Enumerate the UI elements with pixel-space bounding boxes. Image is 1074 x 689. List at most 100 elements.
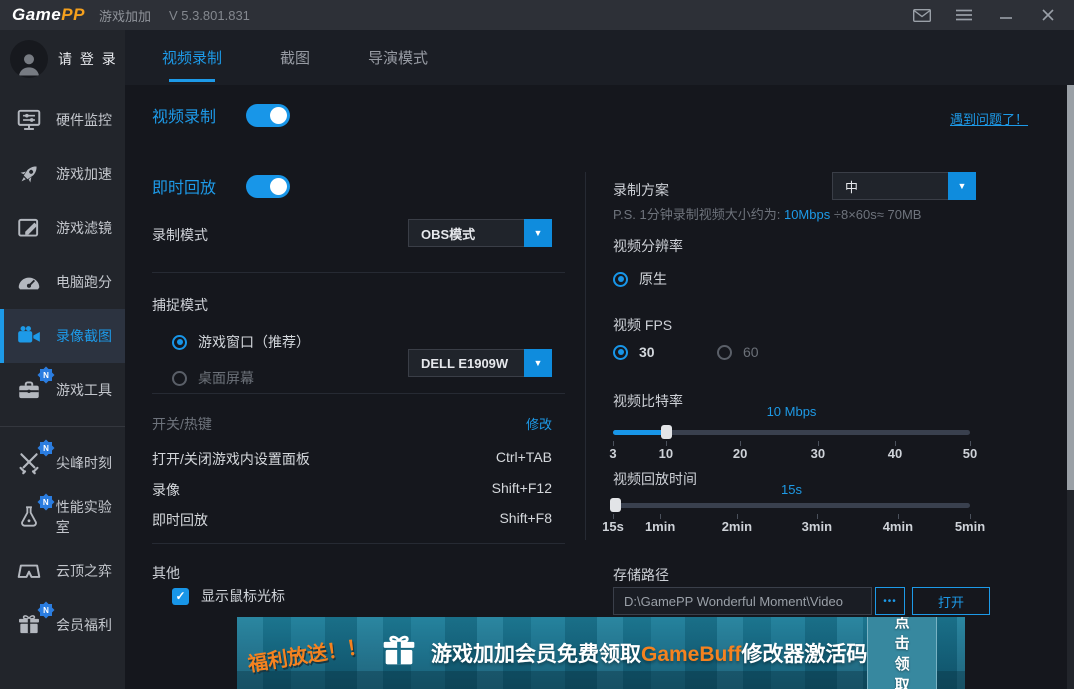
video-record-row: 视频录制 (152, 103, 290, 127)
hotkey-value: Shift+F8 (499, 510, 552, 530)
tab-screenshot[interactable]: 截图 (270, 30, 320, 85)
sidebar-item-label: 游戏工具 (56, 380, 112, 400)
storage-path-label: 存储路径 (613, 565, 669, 585)
chevron-down-icon[interactable]: ▼ (524, 219, 552, 247)
app-name: 游戏加加 (99, 6, 151, 25)
banner-text: 游戏加加会员免费领取GameBuff修改器激活码 (431, 638, 867, 668)
radio-icon[interactable] (717, 345, 732, 360)
instant-replay-row: 即时回放 (152, 174, 290, 198)
hotkey-row: 录像 Shift+F12 (152, 480, 552, 500)
mouse-cursor-row: ✓ 显示鼠标光标 (172, 586, 285, 606)
plan-note: P.S. 1分钟录制视频大小约为: 10Mbps ÷8×60s≈ 70MB (613, 204, 921, 223)
app-version: V 5.3.801.831 (169, 8, 250, 23)
mail-icon[interactable] (912, 5, 932, 25)
menu-icon[interactable] (954, 5, 974, 25)
app-logo: GamePP (12, 5, 85, 25)
chevron-down-icon[interactable]: ▼ (524, 349, 552, 377)
avatar (10, 40, 48, 78)
radio-icon[interactable] (613, 272, 628, 287)
gift-icon (379, 631, 419, 676)
record-plan-label: 录制方案 (613, 180, 669, 200)
titlebar: GamePP 游戏加加 V 5.3.801.831 (0, 0, 1074, 30)
sidebar-item-label: 云顶之弈 (56, 561, 112, 581)
sidebar: 请 登 录 硬件监控 游戏加速 游戏滤镜 (0, 30, 125, 689)
bitrate-slider[interactable]: 3 10 20 30 40 50 (613, 430, 970, 468)
fps-option-60[interactable]: 60 (717, 344, 759, 360)
help-link[interactable]: 遇到问题了！ (950, 109, 1028, 128)
tab-video-record[interactable]: 视频录制 (152, 30, 232, 85)
hotkey-value: Ctrl+TAB (496, 449, 552, 469)
sidebar-item-label: 录像截图 (56, 326, 112, 346)
sidebar-item-game-boost[interactable]: 游戏加速 (0, 147, 125, 201)
main-content: 视频录制 遇到问题了！ 即时回放 录制模式 OBS模式 ▼ 捕捉模式 游戏窗口（… (125, 85, 1074, 689)
peak-moment-icon: N (14, 448, 44, 478)
hotkey-value: Shift+F12 (492, 480, 552, 500)
monitor-dropdown[interactable]: DELL E1909W ▼ (408, 349, 552, 377)
video-record-toggle[interactable] (246, 104, 290, 127)
radio-icon[interactable] (613, 345, 628, 360)
performance-lab-icon: N (14, 502, 44, 532)
chevron-down-icon[interactable]: ▼ (948, 172, 976, 200)
sidebar-item-performance-lab[interactable]: N 性能实验室 (0, 490, 125, 544)
login-label: 请 登 录 (58, 49, 118, 69)
sidebar-divider (0, 426, 125, 427)
hotkey-row: 打开/关闭游戏内设置面板 Ctrl+TAB (152, 449, 552, 469)
radio-icon[interactable] (172, 371, 187, 386)
sidebar-item-game-tools[interactable]: N 游戏工具 (0, 363, 125, 417)
member-benefits-icon: N (14, 610, 44, 640)
resolution-option-native[interactable]: 原生 (613, 269, 667, 289)
sidebar-item-member-benefits[interactable]: N 会员福利 (0, 598, 125, 652)
radio-icon[interactable] (172, 335, 187, 350)
bitrate-note-value: 10Mbps (784, 207, 830, 222)
slider-handle[interactable] (661, 425, 672, 439)
promo-banner[interactable]: 福利放送！！ 游戏加加会员免费领取GameBuff修改器激活码 点击领取 (237, 617, 965, 689)
tab-director-mode[interactable]: 导演模式 (358, 30, 438, 85)
slider-track[interactable] (613, 430, 970, 435)
sidebar-item-game-filter[interactable]: 游戏滤镜 (0, 201, 125, 255)
game-tools-icon: N (14, 375, 44, 405)
claim-button[interactable]: 点击领取 (867, 617, 937, 689)
new-badge: N (40, 442, 52, 454)
replay-time-slider[interactable]: 15s 1min 2min 3min 4min 5min (613, 503, 970, 541)
record-mode-dropdown[interactable]: OBS模式 ▼ (408, 219, 552, 247)
hotkey-label: 开关/热键 (152, 414, 212, 434)
fps-option-30[interactable]: 30 (613, 344, 655, 360)
sidebar-item-label: 电脑跑分 (56, 272, 112, 292)
capture-option-game-window[interactable]: 游戏窗口（推荐） (172, 332, 310, 352)
slider-handle[interactable] (610, 498, 621, 512)
mouse-cursor-checkbox[interactable]: ✓ (172, 588, 189, 605)
resolution-label: 视频分辨率 (613, 236, 683, 256)
sidebar-item-label: 会员福利 (56, 615, 112, 635)
sidebar-item-label: 性能实验室 (56, 497, 125, 537)
scrollbar-thumb[interactable] (1067, 85, 1074, 490)
open-folder-button[interactable]: 打开 (912, 587, 990, 615)
sidebar-item-tft[interactable]: 云顶之弈 (0, 544, 125, 598)
tabbar: 视频录制 截图 导演模式 (125, 30, 1074, 85)
close-icon[interactable] (1038, 5, 1058, 25)
scrollbar[interactable] (1067, 85, 1074, 689)
replay-time-current-value: 15s (613, 482, 970, 497)
video-record-label: 视频录制 (152, 103, 216, 127)
capture-option-desktop[interactable]: 桌面屏幕 (172, 368, 254, 388)
browse-button[interactable]: ••• (875, 587, 905, 615)
sidebar-item-label: 游戏滤镜 (56, 218, 112, 238)
record-plan-dropdown[interactable]: 中 ▼ (832, 172, 976, 200)
sidebar-item-benchmark[interactable]: 电脑跑分 (0, 255, 125, 309)
game-filter-icon (14, 213, 44, 243)
sidebar-item-record-capture[interactable]: 录像截图 (0, 309, 125, 363)
slider-track[interactable] (613, 503, 970, 508)
sidebar-item-hardware-monitor[interactable]: 硬件监控 (0, 93, 125, 147)
hotkey-row: 即时回放 Shift+F8 (152, 510, 552, 530)
window-controls (912, 5, 1074, 25)
column-divider (585, 172, 586, 540)
hotkey-edit-link[interactable]: 修改 (526, 414, 552, 434)
storage-path-input[interactable] (613, 587, 872, 615)
benchmark-icon (14, 267, 44, 297)
gamepp-window: GamePP 游戏加加 V 5.3.801.831 请 登 录 (0, 0, 1074, 689)
minimize-icon[interactable] (996, 5, 1016, 25)
banner-highlight: GameBuff (641, 643, 741, 666)
divider (152, 393, 565, 394)
sidebar-item-peak-moment[interactable]: N 尖峰时刻 (0, 436, 125, 490)
login-area[interactable]: 请 登 录 (0, 30, 125, 88)
instant-replay-toggle[interactable] (246, 175, 290, 198)
